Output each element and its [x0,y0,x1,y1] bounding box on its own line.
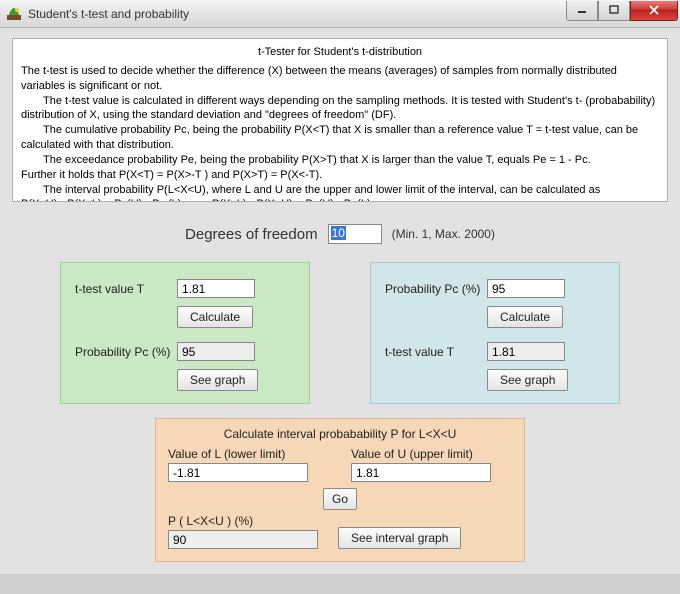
t-value-input[interactable] [177,279,255,298]
title-bar: Student's t-test and probability [0,0,680,28]
info-text: P(X<U) - P(X<L) = Pc(U) - Pc (L) or as P… [21,197,659,202]
info-text: The t-test value is calculated in differ… [21,94,659,124]
calculate-button[interactable]: Calculate [487,306,563,328]
window-title: Student's t-test and probability [28,7,189,21]
lower-limit-input[interactable] [168,463,308,482]
info-text: The exceedance probability Pe, being the… [21,153,659,168]
info-text: The t-test is used to decide whether the… [21,64,659,94]
t-value-label: t-test value T [385,345,487,359]
t-value-label: t-test value T [75,282,177,296]
calculate-button[interactable]: Calculate [177,306,253,328]
dof-input[interactable] [328,224,382,244]
see-graph-button[interactable]: See graph [487,369,568,391]
see-interval-graph-button[interactable]: See interval graph [338,527,461,549]
minimize-button[interactable] [566,1,598,21]
window-buttons [566,1,678,21]
interval-panel: Calculate interval probabability P for L… [155,418,525,562]
info-text: The interval probability P(L<X<U), where… [21,183,659,198]
t-value-output [487,342,565,361]
dof-label: Degrees of freedom [185,226,318,243]
pc-input[interactable] [487,279,565,298]
app-icon [6,6,22,22]
lower-limit-label: Value of L (lower limit) [168,447,329,461]
see-graph-button[interactable]: See graph [177,369,258,391]
close-button[interactable] [630,1,678,21]
go-button[interactable]: Go [323,488,357,510]
client-area: t-Tester for Student's t-distribution Th… [0,28,680,574]
pc-label: Probability Pc (%) [385,282,487,296]
info-heading: t-Tester for Student's t-distribution [21,45,659,60]
t-to-pc-panel: t-test value T Calculate Probability Pc … [60,262,310,404]
degrees-of-freedom-row: Degrees of freedom 10 (Min. 1, Max. 2000… [12,224,668,244]
interval-p-output [168,530,318,549]
upper-limit-input[interactable] [351,463,491,482]
info-text: The cumulative probability Pc, being the… [21,123,659,153]
info-text: Further it holds that P(X<T) = P(X>-T ) … [21,168,659,183]
info-panel: t-Tester for Student's t-distribution Th… [12,38,668,202]
interval-p-label: P ( L<X<U ) (%) [168,514,318,528]
pc-output [177,342,255,361]
upper-limit-label: Value of U (upper limit) [351,447,512,461]
pc-label: Probability Pc (%) [75,345,177,359]
dof-limits: (Min. 1, Max. 2000) [392,227,495,241]
pc-to-t-panel: Probability Pc (%) Calculate t-test valu… [370,262,620,404]
maximize-button[interactable] [598,1,630,21]
interval-title: Calculate interval probabability P for L… [168,427,512,441]
